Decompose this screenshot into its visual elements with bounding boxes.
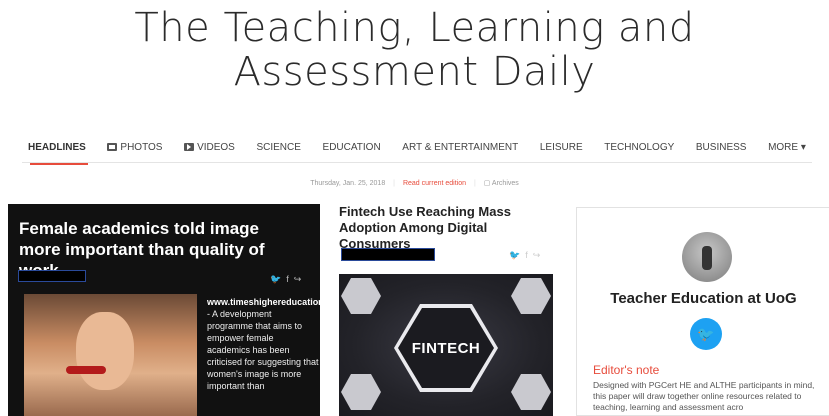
read-current-edition-link[interactable]: Read current edition [403, 180, 466, 187]
facebook-share-icon[interactable]: f [525, 250, 528, 261]
headline-article-card[interactable]: Female academics told image more importa… [8, 204, 320, 416]
article-excerpt: www.timeshighereducation.com - A develop… [207, 296, 320, 392]
share-actions: 🐦 f ↪ [509, 250, 540, 261]
nav-leisure[interactable]: LEISURE [534, 142, 589, 153]
nav-business[interactable]: BUSINESS [690, 142, 753, 153]
nav-label: VIDEOS [197, 141, 235, 153]
article-title[interactable]: Fintech Use Reaching Mass Adoption Among… [339, 204, 557, 252]
lightbulb-icon [511, 278, 551, 314]
twitter-share-icon[interactable]: 🐦 [270, 274, 281, 285]
people-icon [341, 374, 381, 410]
forward-share-icon[interactable]: ↪ [294, 274, 302, 285]
calendar-icon: ▢ [483, 180, 491, 187]
fintech-label: FINTECH [411, 339, 481, 357]
archives-link[interactable]: Archives [492, 180, 519, 187]
sidebar-card: Teacher Education at UoG 🐦 Editor's note… [576, 207, 829, 416]
masthead-title: The Teaching, Learning and Assessment Da… [0, 6, 829, 94]
redacted-author [18, 270, 86, 282]
article-source: www.timeshighereducation.com [207, 297, 320, 307]
twitter-icon[interactable]: 🐦 [690, 318, 722, 350]
article-image[interactable] [24, 294, 197, 416]
nav-divider [22, 162, 812, 163]
dateline-separator: | [393, 180, 395, 187]
redacted-author [341, 248, 435, 261]
nav-videos[interactable]: VIDEOS [178, 142, 241, 153]
nav-label: SCIENCE [256, 141, 301, 153]
twitter-share-icon[interactable]: 🐦 [509, 250, 520, 261]
main-nav: HEADLINES PHOTOS VIDEOS SCIENCE EDUCATIO… [22, 136, 812, 165]
fintech-image[interactable]: FINTECH [339, 274, 553, 416]
nav-label: PHOTOS [120, 141, 163, 153]
nav-more-dropdown[interactable]: MORE ▾ [762, 142, 812, 153]
editors-note-body: Designed with PGCert HE and ALTHE partic… [593, 380, 815, 412]
nav-photos[interactable]: PHOTOS [101, 142, 168, 153]
nav-label: BUSINESS [695, 141, 747, 153]
facebook-share-icon[interactable]: f [286, 274, 289, 285]
fintech-article-card[interactable]: Fintech Use Reaching Mass Adoption Among… [339, 204, 557, 416]
red-lipstick [66, 366, 106, 374]
nav-label: LEISURE [539, 141, 583, 153]
growth-chart-icon [511, 374, 551, 410]
nav-label: TECHNOLOGY [604, 141, 675, 153]
chart-icon [341, 278, 381, 314]
nav-label: HEADLINES [28, 141, 86, 153]
nav-education[interactable]: EDUCATION [317, 142, 387, 153]
share-actions: 🐦 f ↪ [270, 274, 301, 285]
masthead-line-2: Assessment Daily [233, 49, 596, 95]
avatar[interactable] [682, 232, 732, 282]
nav-headlines[interactable]: HEADLINES [22, 141, 92, 165]
video-icon [184, 143, 195, 151]
editors-note-heading: Editor's note [593, 363, 660, 377]
edition-date: Thursday, Jan. 25, 2018 [310, 180, 386, 187]
nav-label: ART & ENTERTAINMENT [402, 141, 519, 153]
nav-label: EDUCATION [322, 141, 381, 153]
article-excerpt-text: - A development programme that aims to e… [207, 309, 319, 391]
nav-science[interactable]: SCIENCE [250, 142, 306, 153]
nav-label: MORE ▾ [768, 141, 806, 153]
dateline-separator: | [473, 180, 476, 187]
photo-icon [107, 143, 118, 151]
dateline: Thursday, Jan. 25, 2018 | Read current e… [0, 179, 829, 187]
nav-art-entertainment[interactable]: ART & ENTERTAINMENT [396, 142, 524, 153]
forward-share-icon[interactable]: ↪ [533, 250, 541, 261]
portrait-face [76, 312, 134, 390]
masthead-line-1: The Teaching, Learning and [134, 5, 695, 51]
nav-technology[interactable]: TECHNOLOGY [598, 142, 680, 153]
curator-name[interactable]: Teacher Education at UoG [577, 290, 829, 307]
